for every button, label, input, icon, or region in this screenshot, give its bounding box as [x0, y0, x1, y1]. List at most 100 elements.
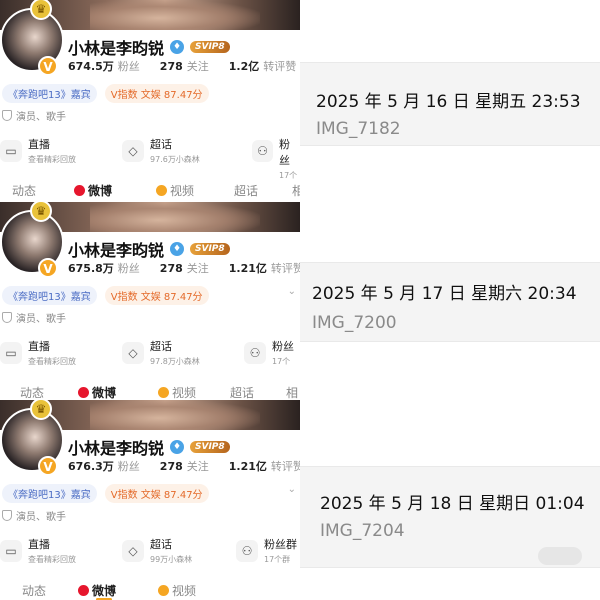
fans-count[interactable]: 676.3万	[68, 458, 114, 474]
feature-row: ▭ 直播 查看精彩回放 ◇ 超话 99万小森林 ⚇ 粉丝群 17个群	[0, 536, 300, 576]
feature-chaohua-title: 超话	[150, 538, 172, 551]
tab-album[interactable]: 相	[292, 182, 300, 199]
profile-panel-2: ♛ V 小林是李昀锐 ♦ SVIP8 675.8万 粉丝 278 关注 1.21…	[0, 202, 300, 402]
fans-count[interactable]: 675.8万	[68, 260, 114, 276]
shield-icon	[2, 110, 12, 121]
diamond-icon: ◇	[122, 140, 144, 162]
chevron-down-icon[interactable]: ⌄	[288, 484, 296, 495]
screenshot-filename: IMG_7182	[316, 119, 401, 139]
screenshot-date: 2025 年 5 月 17 日 星期六 20:34	[312, 284, 577, 304]
vindex-tag[interactable]: V指数 文娱 87.47分	[104, 84, 209, 103]
screenshot-info-3: 2025 年 5 月 18 日 星期日 01:04 IMG_7204	[300, 466, 600, 568]
profile-tabs: 动态 微博 视频 超话 相	[0, 180, 300, 200]
svip-badge[interactable]: SVIP8	[190, 41, 230, 53]
member-icon: ♦	[170, 242, 185, 256]
show-tag[interactable]: 《奔跑吧13》嘉宾	[2, 484, 97, 503]
member-icon: ♦	[170, 440, 185, 454]
show-tag[interactable]: 《奔跑吧13》嘉宾	[2, 286, 97, 305]
feature-live-title: 直播	[28, 538, 50, 551]
feature-fans-title: 粉丝群	[264, 538, 297, 551]
screenshot-info-2: 2025 年 5 月 17 日 星期六 20:34 IMG_7200	[300, 262, 600, 342]
people-icon: ⚇	[236, 540, 258, 562]
follow-label: 关注	[186, 262, 209, 275]
people-icon: ⚇	[244, 342, 266, 364]
tab-chaohua[interactable]: 超话	[234, 182, 258, 199]
verified-icon: V	[38, 258, 58, 278]
tab-weibo[interactable]: 微博	[78, 384, 116, 401]
profile-name: 小林是李昀锐	[68, 439, 165, 458]
fans-label: 粉丝	[117, 460, 140, 473]
profile-name: 小林是李昀锐	[68, 241, 165, 260]
name-row: 小林是李昀锐 ♦ SVIP8	[68, 36, 230, 58]
feature-live-sub: 查看精彩回放	[28, 357, 76, 366]
feature-fans-sub: 17个群	[264, 555, 291, 564]
shield-icon	[2, 510, 12, 521]
follow-count[interactable]: 278	[160, 60, 183, 73]
feature-fans[interactable]: ⚇ 粉丝 17个	[244, 338, 294, 367]
vindex-tag[interactable]: V指数 文娱 87.47分	[104, 286, 209, 305]
fans-count[interactable]: 674.5万	[68, 58, 114, 74]
video-icon	[158, 387, 169, 398]
tab-weibo[interactable]: 微博	[74, 182, 112, 199]
feature-chaohua[interactable]: ◇ 超话 97.6万小森林	[122, 136, 200, 165]
feature-chaohua-sub: 97.8万小森林	[150, 357, 200, 366]
chevron-down-icon[interactable]: ⌄	[288, 286, 296, 297]
repost-count[interactable]: 1.2亿	[229, 58, 260, 74]
follow-label: 关注	[186, 60, 209, 73]
verified-icon: V	[38, 456, 58, 476]
tab-album[interactable]: 相	[286, 384, 298, 401]
vindex-tag[interactable]: V指数 文娱 87.47分	[104, 484, 209, 503]
tags-row: 《奔跑吧13》嘉宾 V指数 文娱 87.47分	[2, 84, 209, 103]
role-text: 演员、歌手	[16, 314, 66, 325]
weibo-icon	[78, 585, 89, 596]
screenshot-filename: IMG_7200	[312, 313, 397, 333]
feature-live-sub: 查看精彩回放	[28, 555, 76, 564]
feature-chaohua[interactable]: ◇ 超话 99万小森林	[122, 536, 192, 565]
repost-count[interactable]: 1.21亿	[229, 458, 267, 474]
feature-live-title: 直播	[28, 340, 50, 353]
feature-fans-title: 粉丝	[272, 340, 294, 353]
follow-label: 关注	[186, 460, 209, 473]
feature-live[interactable]: ▭ 直播 查看精彩回放	[0, 338, 76, 367]
feature-live-title: 直播	[28, 138, 50, 151]
svip-badge[interactable]: SVIP8	[190, 243, 230, 255]
tab-video[interactable]: 视频	[156, 182, 194, 199]
follow-count[interactable]: 278	[160, 262, 183, 275]
repost-count[interactable]: 1.21亿	[229, 260, 267, 276]
show-tag[interactable]: 《奔跑吧13》嘉宾	[2, 84, 97, 103]
tab-chaohua[interactable]: 超话	[230, 384, 254, 401]
tab-dynamic[interactable]: 动态	[20, 384, 44, 401]
stats-row: 676.3万 粉丝 278 关注 1.21亿 转评赞	[68, 458, 300, 474]
role-row: 演员、歌手	[2, 108, 66, 123]
feature-chaohua-sub: 99万小森林	[150, 555, 193, 564]
role-text: 演员、歌手	[16, 512, 66, 523]
feature-fans[interactable]: ⚇ 粉丝 17个	[252, 136, 300, 181]
feature-fans[interactable]: ⚇ 粉丝群 17个群	[236, 536, 297, 565]
repost-label: 转评赞	[263, 60, 297, 73]
fans-label: 粉丝	[117, 60, 140, 73]
people-icon: ⚇	[252, 140, 273, 162]
follow-count[interactable]: 278	[160, 460, 183, 473]
feature-fans-title: 粉丝	[279, 138, 290, 167]
role-text: 演员、歌手	[16, 112, 66, 123]
stats-row: 675.8万 粉丝 278 关注 1.21亿 转评赞	[68, 260, 300, 276]
tab-video[interactable]: 视频	[158, 384, 196, 401]
name-row: 小林是李昀锐 ♦ SVIP8	[68, 436, 230, 458]
feature-live[interactable]: ▭ 直播 查看精彩回放	[0, 136, 76, 165]
svip-badge[interactable]: SVIP8	[190, 441, 230, 453]
tags-row: 《奔跑吧13》嘉宾 V指数 文娱 87.47分	[2, 286, 209, 305]
tab-video[interactable]: 视频	[158, 582, 196, 599]
feature-live[interactable]: ▭ 直播 查看精彩回放	[0, 536, 76, 565]
feature-row: ▭ 直播 查看精彩回放 ◇ 超话 97.6万小森林 ⚇ 粉丝 17个	[0, 136, 300, 180]
shield-icon	[2, 312, 12, 323]
feature-live-sub: 查看精彩回放	[28, 155, 76, 164]
tab-dynamic[interactable]: 动态	[12, 182, 36, 199]
role-row: 演员、歌手	[2, 508, 66, 523]
profile-panel-3: ♛ V 小林是李昀锐 ♦ SVIP8 676.3万 粉丝 278 关注 1.21…	[0, 400, 300, 600]
tab-dynamic[interactable]: 动态	[22, 582, 46, 599]
tab-weibo[interactable]: 微博	[78, 582, 116, 599]
tv-icon: ▭	[0, 540, 22, 562]
feature-chaohua[interactable]: ◇ 超话 97.8万小森林	[122, 338, 200, 367]
screenshot-filename: IMG_7204	[320, 521, 405, 541]
blurred-pill	[538, 547, 582, 565]
